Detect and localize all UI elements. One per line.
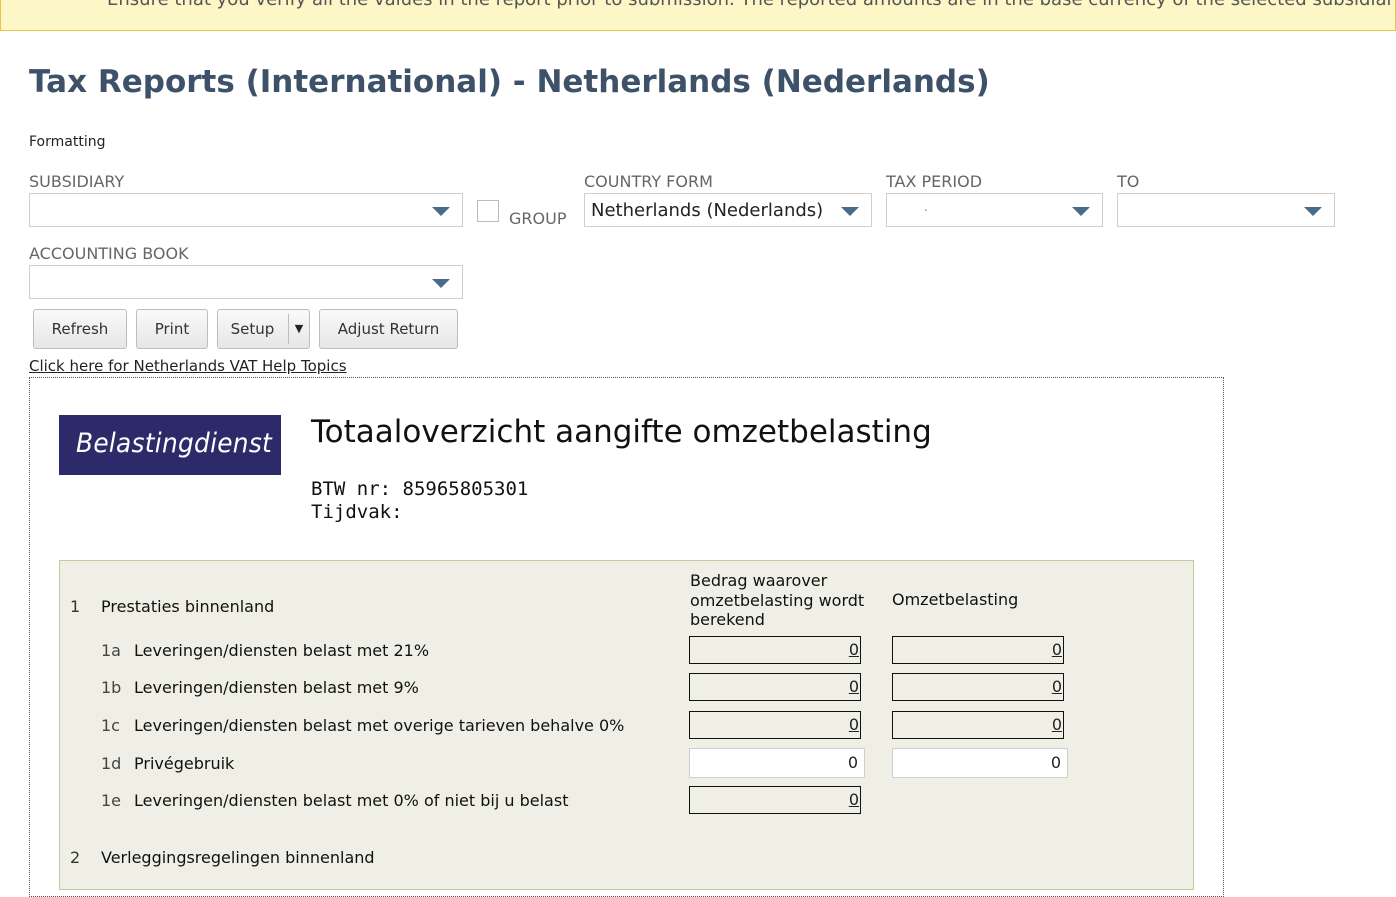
page-title: Tax Reports (International) - Netherland…: [29, 64, 990, 100]
to-select[interactable]: [1117, 193, 1335, 227]
country-form-label: COUNTRY FORM: [584, 172, 713, 191]
refresh-button[interactable]: Refresh: [33, 309, 127, 349]
amount-header-line-2: omzetbelasting wordt: [690, 590, 865, 610]
section-1-title: Prestaties binnenland: [101, 597, 275, 616]
row-code: 1a: [101, 641, 121, 660]
section-1-number: 1: [70, 597, 81, 616]
tax-period-value: .: [924, 200, 928, 214]
tax-value[interactable]: 0: [1052, 715, 1062, 734]
row-label: Leveringen/diensten belast met overige t…: [134, 716, 625, 735]
chevron-down-icon[interactable]: [841, 207, 859, 216]
group-checkbox[interactable]: [477, 200, 499, 222]
warning-banner: Ensure that you verify all the values in…: [0, 0, 1396, 31]
tax-field-1a[interactable]: 0: [892, 636, 1064, 664]
warning-banner-text: Ensure that you verify all the values in…: [107, 0, 1395, 10]
belastingdienst-logo: Belastingdienst: [59, 415, 281, 475]
chevron-down-icon[interactable]: [432, 207, 450, 216]
amount-field-1b[interactable]: 0: [689, 673, 861, 701]
group-label: GROUP: [509, 209, 567, 228]
tax-period-label: TAX PERIOD: [886, 172, 983, 191]
tax-field-1b[interactable]: 0: [892, 673, 1064, 701]
amount-value[interactable]: 0: [849, 677, 859, 696]
row-code: 1d: [101, 754, 122, 773]
country-form-select[interactable]: Netherlands (Nederlands): [584, 193, 872, 227]
tax-input-1d[interactable]: 0: [892, 748, 1068, 778]
amount-value[interactable]: 0: [849, 715, 859, 734]
chevron-down-icon[interactable]: [432, 279, 450, 288]
setup-dropdown-caret-icon[interactable]: ▼: [288, 314, 309, 344]
amount-field-1c[interactable]: 0: [689, 711, 861, 739]
print-button[interactable]: Print: [136, 309, 208, 349]
section-2-title: Verleggingsregelingen binnenland: [101, 848, 375, 867]
row-label: Leveringen/diensten belast met 9%: [134, 678, 419, 697]
tax-value[interactable]: 0: [1051, 753, 1061, 772]
logo-text: Belastingdienst: [76, 428, 273, 459]
report-meta: BTW nr: 85965805301 Tijdvak:: [311, 478, 528, 524]
section-2-number: 2: [70, 848, 81, 867]
tax-field-1c[interactable]: 0: [892, 711, 1064, 739]
row-code: 1b: [101, 678, 122, 697]
accounting-book-select[interactable]: [29, 265, 463, 299]
formatting-label: Formatting: [29, 134, 106, 150]
amount-input-1d[interactable]: 0: [689, 748, 865, 778]
tax-period-select[interactable]: .: [886, 193, 1103, 227]
btw-number: BTW nr: 85965805301: [311, 478, 529, 500]
row-label: Leveringen/diensten belast met 21%: [134, 641, 430, 660]
chevron-down-icon[interactable]: [1072, 207, 1090, 216]
amount-header-line-3: berekend: [690, 610, 765, 629]
vat-help-link[interactable]: Click here for Netherlands VAT Help Topi…: [29, 357, 347, 375]
tax-column-header: Omzetbelasting: [892, 590, 1019, 609]
row-code: 1c: [101, 716, 120, 735]
tax-value[interactable]: 0: [1052, 640, 1062, 659]
row-code: 1e: [101, 791, 122, 810]
tax-value[interactable]: 0: [1052, 677, 1062, 696]
amount-value[interactable]: 0: [849, 640, 859, 659]
tijdvak-label: Tijdvak:: [311, 501, 403, 523]
setup-button[interactable]: Setup ▼: [217, 309, 310, 349]
row-label: Leveringen/diensten belast met 0% of nie…: [134, 791, 569, 810]
amount-field-1e[interactable]: 0: [689, 786, 861, 814]
report-title: Totaaloverzicht aangifte omzetbelasting: [311, 414, 932, 450]
subsidiary-label: SUBSIDIARY: [29, 172, 125, 191]
to-label: TO: [1117, 172, 1140, 191]
amount-value[interactable]: 0: [849, 790, 859, 809]
amount-value[interactable]: 0: [848, 753, 858, 772]
row-label: Privégebruik: [134, 754, 235, 773]
amount-header-line-1: Bedrag waarover: [690, 571, 828, 590]
subsidiary-select[interactable]: [29, 193, 463, 227]
accounting-book-label: ACCOUNTING BOOK: [29, 244, 189, 263]
country-form-value: Netherlands (Nederlands): [591, 200, 824, 221]
adjust-return-button[interactable]: Adjust Return: [319, 309, 458, 349]
amount-column-header: Bedrag waarover omzetbelasting wordt ber…: [690, 571, 864, 630]
chevron-down-icon[interactable]: [1304, 207, 1322, 216]
setup-button-label: Setup: [230, 320, 275, 338]
amount-field-1a[interactable]: 0: [689, 636, 861, 664]
